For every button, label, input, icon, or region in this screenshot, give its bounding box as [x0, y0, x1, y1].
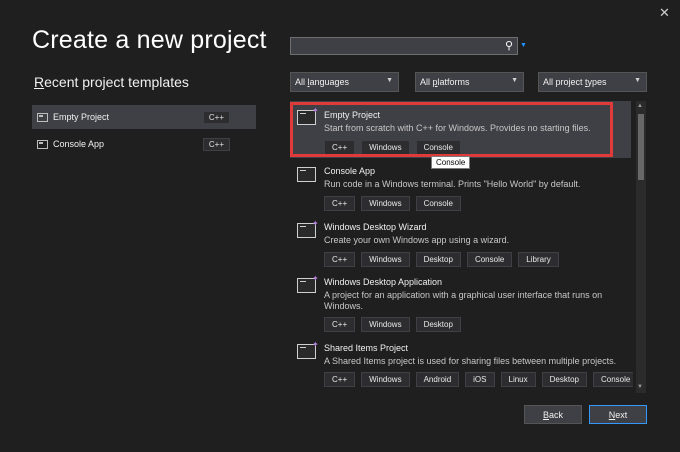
template-description: A project for an application with a grap… — [324, 290, 603, 311]
tag: Desktop — [415, 317, 461, 332]
template-name: Windows Desktop Wizard — [324, 222, 427, 232]
tooltip: Console — [431, 156, 471, 169]
scrollbar-thumb[interactable] — [638, 114, 644, 180]
tag: Windows — [361, 196, 410, 211]
platform-filter-dropdown[interactable]: All platforms ▼ — [415, 72, 524, 92]
back-button[interactable]: Back — [524, 405, 582, 424]
recent-item-empty-project[interactable]: Empty Project C++ — [32, 105, 256, 129]
page-title: Create a new project — [32, 26, 267, 54]
recent-heading-text: ecent project templates — [44, 74, 189, 90]
scroll-down-icon[interactable]: ▼ — [637, 384, 643, 390]
tag: C++ — [324, 317, 356, 332]
tag: Windows — [361, 317, 410, 332]
dropdown-text: All project types — [543, 77, 607, 87]
language-tag: C++ — [202, 111, 230, 124]
next-button[interactable]: Next — [589, 405, 647, 424]
chevron-down-icon: ▼ — [511, 77, 518, 84]
recent-templates-heading: Recent project templates — [34, 74, 189, 90]
search-icon[interactable]: ⚲ — [505, 39, 513, 52]
dropdown-text: All platforms — [420, 77, 470, 87]
template-shared-items-project[interactable]: ✦ Shared Items Project A Shared Items pr… — [290, 335, 633, 393]
search-box[interactable] — [290, 37, 518, 57]
template-name: Windows Desktop Application — [324, 277, 443, 287]
chevron-down-icon: ▼ — [386, 77, 393, 84]
recent-item-label: Console App — [53, 139, 105, 149]
tag: Windows — [361, 372, 410, 387]
tag: C++ — [324, 196, 356, 211]
scroll-up-icon[interactable]: ▲ — [637, 103, 643, 109]
tag: Desktop — [541, 372, 587, 387]
template-name: Shared Items Project — [324, 343, 409, 353]
chevron-down-icon: ▼ — [634, 77, 641, 84]
console-app-icon — [37, 139, 48, 149]
template-description: Run code in a Windows terminal. Prints "… — [324, 179, 581, 189]
template-tags: C++ Windows Console — [324, 196, 461, 211]
project-type-filter-dropdown[interactable]: All project types ▼ — [538, 72, 647, 92]
recent-heading-mnemonic: R — [34, 74, 45, 90]
template-name: Console App — [324, 166, 376, 176]
console-app-icon — [297, 167, 316, 182]
new-item-spark-icon: ✦ — [312, 340, 319, 349]
tag: Linux — [500, 372, 536, 387]
search-dropdown-chevron-icon[interactable]: ▼ — [520, 42, 527, 49]
tag: Android — [415, 372, 460, 387]
recent-item-console-app[interactable]: Console App C++ — [32, 132, 256, 156]
tag: Library — [518, 252, 559, 267]
recent-item-label: Empty Project — [53, 112, 110, 122]
template-tags: C++ Windows Android iOS Linux Desktop Co… — [324, 372, 633, 387]
tag: iOS — [465, 372, 495, 387]
close-window-icon[interactable]: ✕ — [659, 5, 670, 21]
selection-highlight-box — [290, 102, 613, 157]
template-description: A Shared Items project is used for shari… — [324, 356, 617, 366]
new-item-spark-icon: ✦ — [312, 219, 319, 228]
tag: Console — [592, 372, 633, 387]
tag: Desktop — [415, 252, 461, 267]
template-tags: C++ Windows Desktop Console Library — [324, 252, 559, 267]
template-description: Create your own Windows app using a wiza… — [324, 235, 510, 245]
tag: Console — [466, 252, 513, 267]
template-tags: C++ Windows Desktop — [324, 317, 461, 332]
template-windows-desktop-wizard[interactable]: ✦ Windows Desktop Wizard Create your own… — [290, 214, 633, 269]
new-item-spark-icon: ✦ — [312, 274, 319, 283]
tag: C++ — [324, 372, 356, 387]
search-input[interactable] — [294, 40, 498, 57]
tag: C++ — [324, 252, 356, 267]
template-windows-desktop-application[interactable]: ✦ Windows Desktop Application A project … — [290, 269, 633, 335]
tag: Console — [415, 196, 461, 211]
empty-project-icon — [37, 112, 48, 122]
dropdown-text: All languages — [295, 77, 350, 87]
tag: Windows — [361, 252, 410, 267]
language-filter-dropdown[interactable]: All languages ▼ — [290, 72, 399, 92]
language-tag: C++ — [202, 138, 230, 151]
